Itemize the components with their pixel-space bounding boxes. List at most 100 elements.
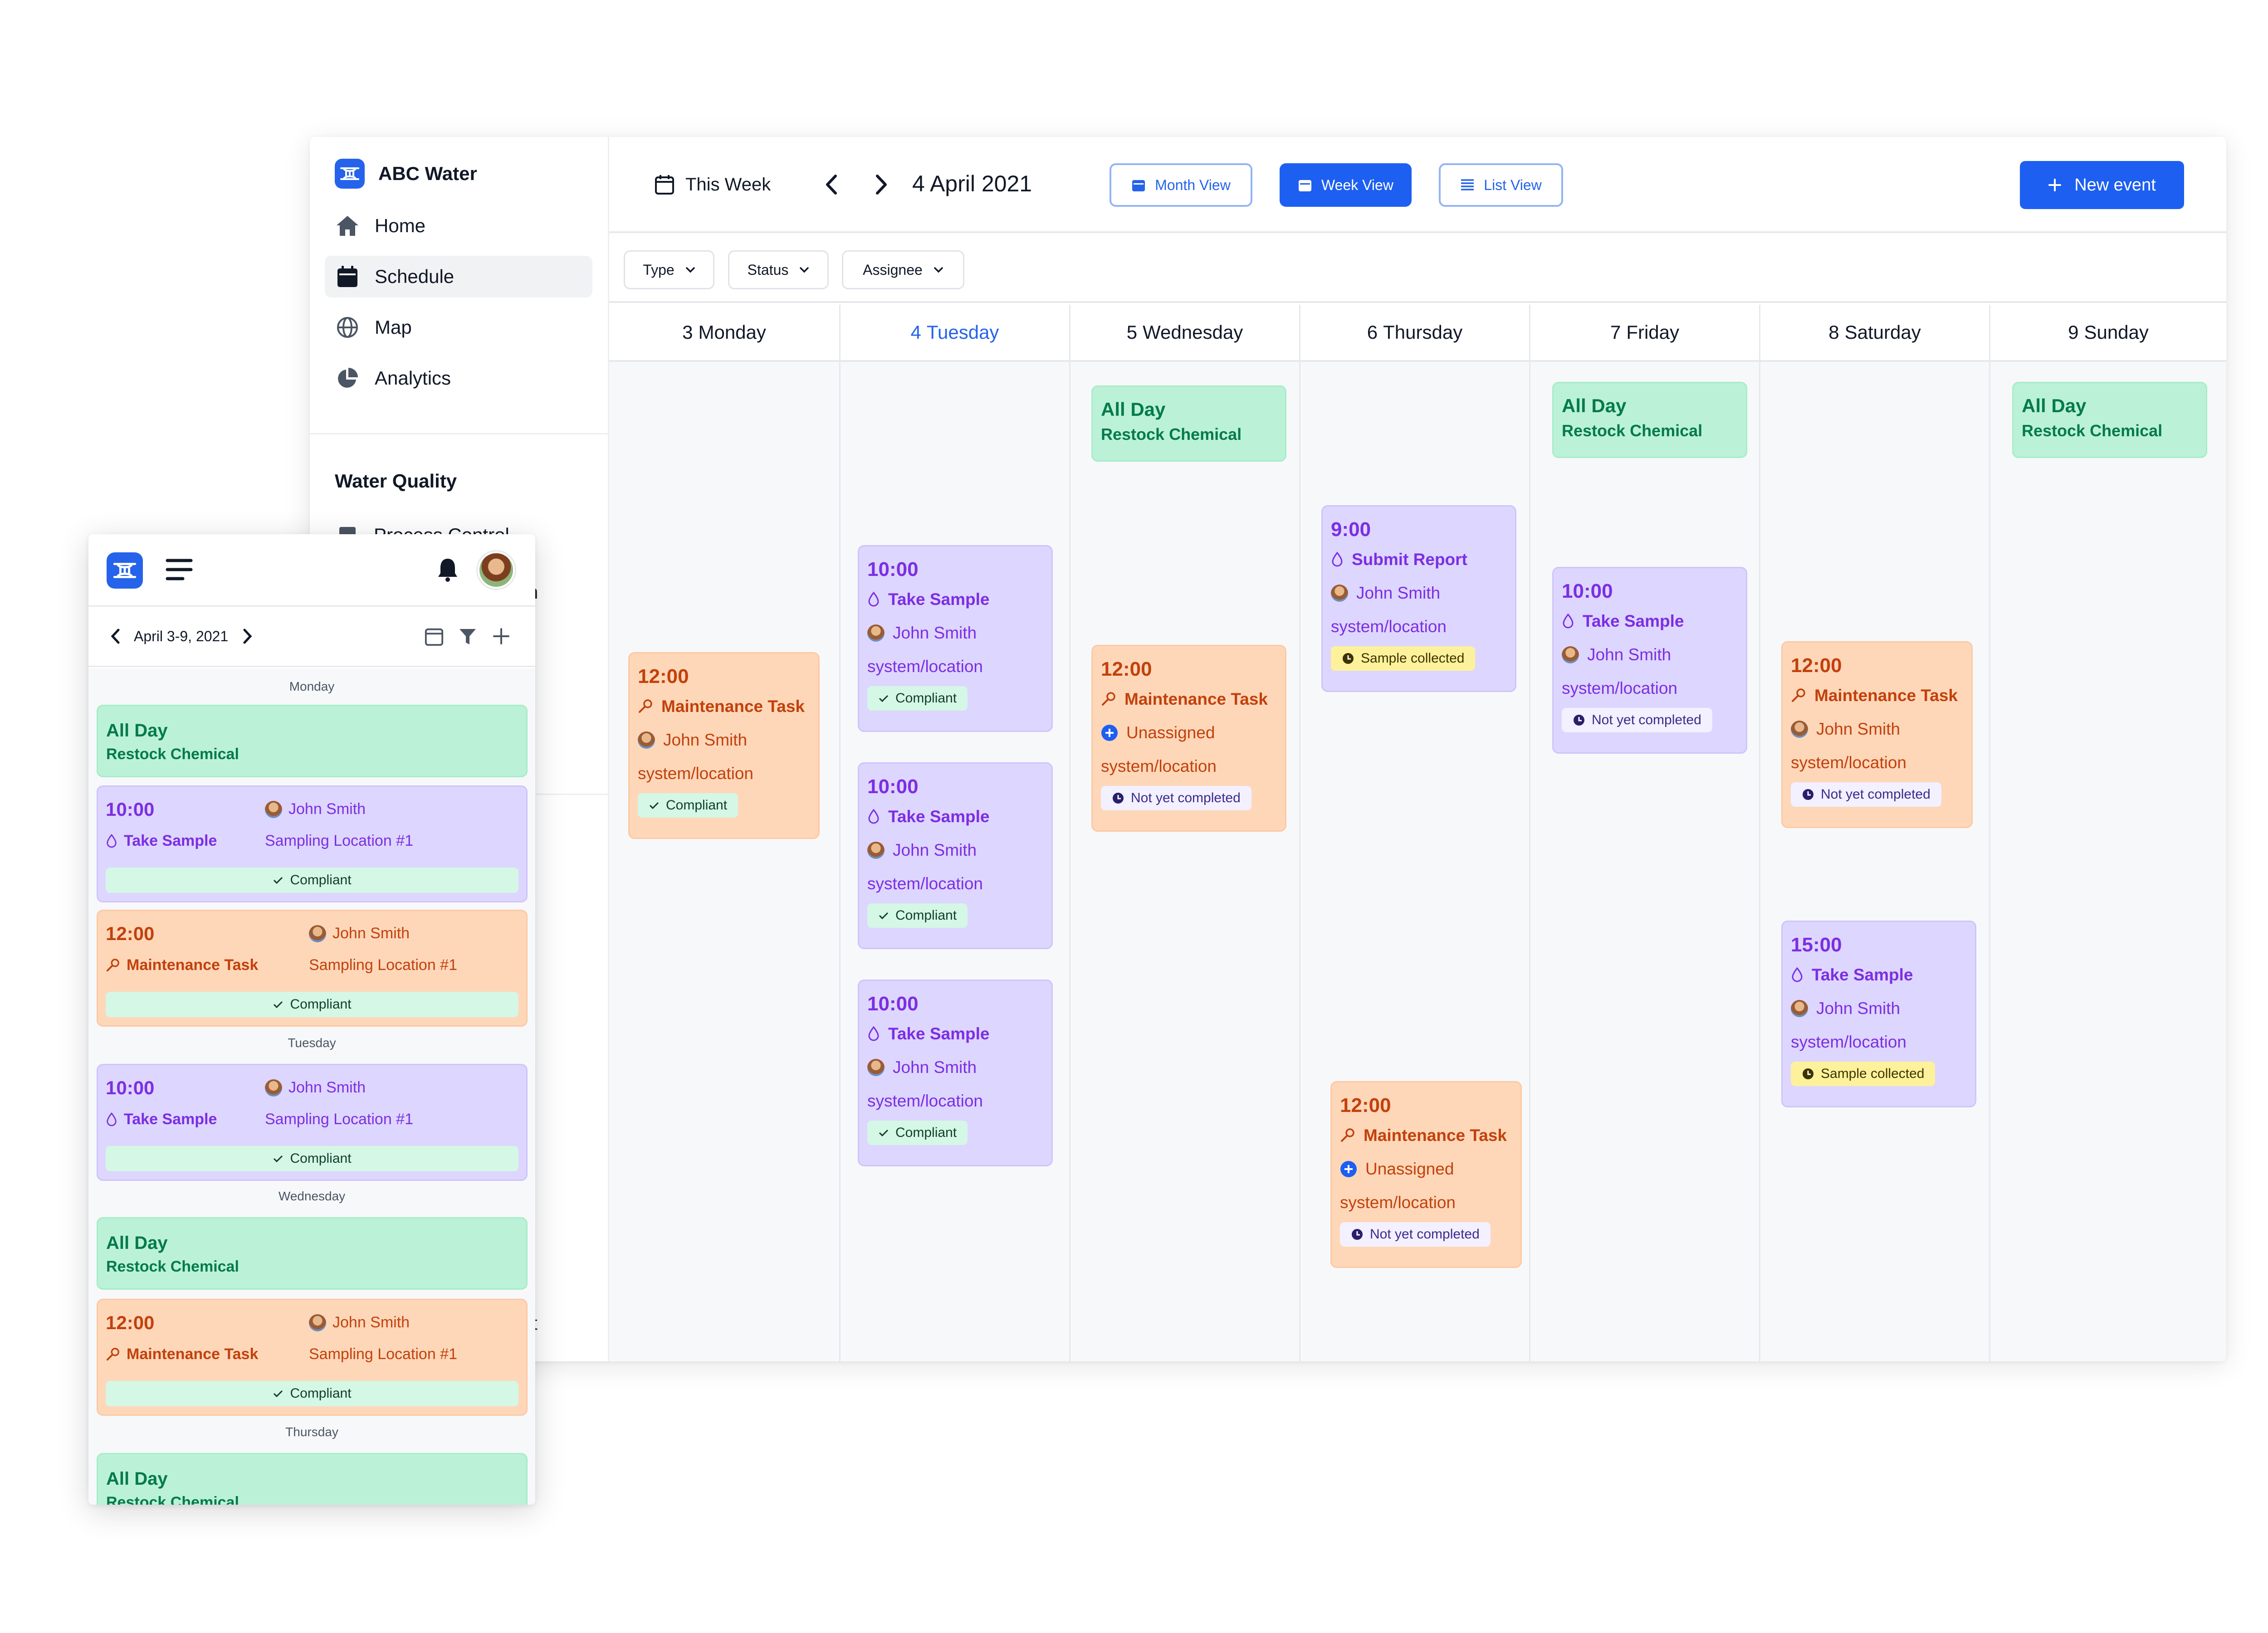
sidebar-item-map[interactable]: Map <box>325 307 592 348</box>
event-time: 12:00 <box>638 665 689 687</box>
avatar[interactable] <box>478 551 515 589</box>
prev-week-button[interactable] <box>816 169 847 200</box>
avatar <box>867 624 885 642</box>
event-card[interactable]: 9:00 Submit Report John Smith system/loc… <box>1321 505 1516 692</box>
status-label: Compliant <box>895 691 957 706</box>
assignee-name: John Smith <box>893 624 977 642</box>
status-badge: Sample collected <box>1791 1062 1936 1086</box>
list-item-allday[interactable]: All Day Restock Chemical <box>97 1217 528 1290</box>
droplet-icon <box>868 591 879 607</box>
event-card[interactable]: 15:00 Take Sample John Smith system/loca… <box>1781 921 1976 1107</box>
day-column-wednesday[interactable]: 5 Wednesday <box>1069 305 1299 1361</box>
event-card[interactable]: 10:00 Take Sample John Smith system/loca… <box>858 545 1053 732</box>
calendar-icon <box>1132 180 1145 191</box>
event-card[interactable]: 10:00 Take Sample John Smith system/loca… <box>1552 567 1747 754</box>
event-card[interactable]: 12:00 Maintenance Task Unassigned system… <box>1091 645 1286 832</box>
chevron-left-icon[interactable] <box>110 628 120 647</box>
event-card[interactable]: 10:00 Take Sample John Smith system/loca… <box>858 762 1053 949</box>
list-item-allday[interactable]: All Day Restock Chemical <box>97 705 528 777</box>
type-filter[interactable]: Type <box>624 250 714 289</box>
event-assignee: John Smith <box>867 1051 1043 1084</box>
avatar <box>1791 721 1808 738</box>
calendar-main: This Week 4 April 2021 Month View Week V… <box>609 137 2226 1361</box>
plus-icon[interactable] <box>492 627 510 648</box>
event-card[interactable]: 12:00 Maintenance Task Unassigned system… <box>1330 1081 1522 1268</box>
bell-icon[interactable] <box>437 557 459 585</box>
event-task-label: Take Sample <box>1583 612 1684 630</box>
day-header[interactable]: 8 Saturday <box>1760 305 1989 362</box>
desktop-window: ABC Water Home Schedule Map Analytics Wa… <box>310 137 2226 1361</box>
plus-icon <box>2048 179 2062 191</box>
menu-icon[interactable] <box>166 558 193 584</box>
calendar-icon <box>1299 180 1312 191</box>
event-assignee: John Smith <box>638 723 810 757</box>
event-time: 9:00 <box>1331 518 1371 541</box>
calendar-icon <box>335 264 360 289</box>
list-item[interactable]: 12:00 John Smith Maintenance Task Sampli… <box>97 1299 528 1416</box>
day-header[interactable]: 7 Friday <box>1530 305 1759 362</box>
next-week-button[interactable] <box>865 169 897 200</box>
day-header[interactable]: 3 Monday <box>609 305 839 362</box>
list-item[interactable]: 12:00 John Smith Maintenance Task Sampli… <box>97 910 528 1027</box>
event-card[interactable]: 10:00 Take Sample John Smith system/loca… <box>858 980 1053 1166</box>
chevron-down-icon <box>934 267 943 273</box>
sidebar-item-analytics[interactable]: Analytics <box>325 357 592 399</box>
status-badge: Compliant <box>106 868 518 893</box>
event-task: Maintenance Task <box>106 956 258 974</box>
event-location: Sampling Location #1 <box>309 1345 458 1363</box>
day-name: Wednesday <box>1143 322 1243 343</box>
status-badge: Not yet completed <box>1101 786 1251 810</box>
avatar <box>1562 646 1579 663</box>
new-event-button[interactable]: New event <box>2020 161 2184 209</box>
event-time: 15:00 <box>1791 934 1842 956</box>
list-view-button[interactable]: List View <box>1439 163 1563 207</box>
calendar-icon[interactable] <box>424 626 444 648</box>
event-location: system/location <box>1791 753 1906 772</box>
droplet-icon <box>868 809 879 824</box>
chevron-right-icon[interactable] <box>243 628 253 647</box>
avatar <box>1331 585 1348 602</box>
day-column-friday[interactable]: 7 Friday <box>1529 305 1759 1361</box>
sidebar-item-schedule[interactable]: Schedule <box>325 256 592 297</box>
wrench-icon <box>1102 692 1115 706</box>
status-filter[interactable]: Status <box>728 250 829 289</box>
day-separator: Monday <box>289 679 335 693</box>
list-item[interactable]: 10:00 John Smith Take Sample Sampling Lo… <box>97 1064 528 1181</box>
event-card[interactable]: 12:00 Maintenance Task John Smith system… <box>628 652 820 839</box>
list-item-allday[interactable]: All Day Restock Chemical <box>97 1453 528 1505</box>
status-label: Compliant <box>290 1151 352 1166</box>
home-icon <box>335 213 360 239</box>
day-column-sunday[interactable]: 9 Sunday <box>1989 305 2226 1361</box>
sidebar-item-home[interactable]: Home <box>325 205 592 247</box>
event-task-label: Take Sample <box>1812 965 1913 984</box>
this-week-button[interactable]: This Week <box>655 174 771 195</box>
event-card-allday[interactable]: All Day Restock Chemical <box>2012 382 2207 458</box>
event-card-allday[interactable]: All Day Restock Chemical <box>1091 385 1286 462</box>
month-view-button[interactable]: Month View <box>1110 163 1252 207</box>
status-badge: Compliant <box>867 686 968 711</box>
day-header[interactable]: 4 Tuesday <box>841 305 1069 362</box>
day-header[interactable]: 6 Thursday <box>1300 305 1529 362</box>
week-view-button[interactable]: Week View <box>1280 163 1412 207</box>
filter-icon[interactable] <box>458 627 477 648</box>
brand[interactable]: ABC Water <box>335 159 477 189</box>
day-header[interactable]: 5 Wednesday <box>1070 305 1299 362</box>
list-item[interactable]: 10:00 John Smith Take Sample Sampling Lo… <box>97 785 528 902</box>
wrench-icon <box>639 699 652 713</box>
assignee-filter[interactable]: Assignee <box>842 250 964 289</box>
logo-icon[interactable] <box>107 552 143 589</box>
add-assignee-icon[interactable] <box>1101 724 1118 741</box>
status-label: Not yet completed <box>1592 712 1701 727</box>
day-separator: Thursday <box>285 1425 338 1439</box>
event-card-allday[interactable]: All Day Restock Chemical <box>1552 382 1747 458</box>
event-time: 10:00 <box>867 558 919 580</box>
day-column-saturday[interactable]: 8 Saturday <box>1759 305 1989 1361</box>
event-task: Take Sample <box>1562 604 1738 638</box>
droplet-icon <box>1332 551 1343 567</box>
add-assignee-icon[interactable] <box>1340 1160 1357 1178</box>
event-card[interactable]: 12:00 Maintenance Task John Smith system… <box>1781 641 1973 828</box>
day-name: Monday <box>698 322 766 343</box>
day-header[interactable]: 9 Sunday <box>1990 305 2226 362</box>
day-number: 3 <box>682 322 693 343</box>
event-task: Take Sample <box>867 1017 1043 1051</box>
